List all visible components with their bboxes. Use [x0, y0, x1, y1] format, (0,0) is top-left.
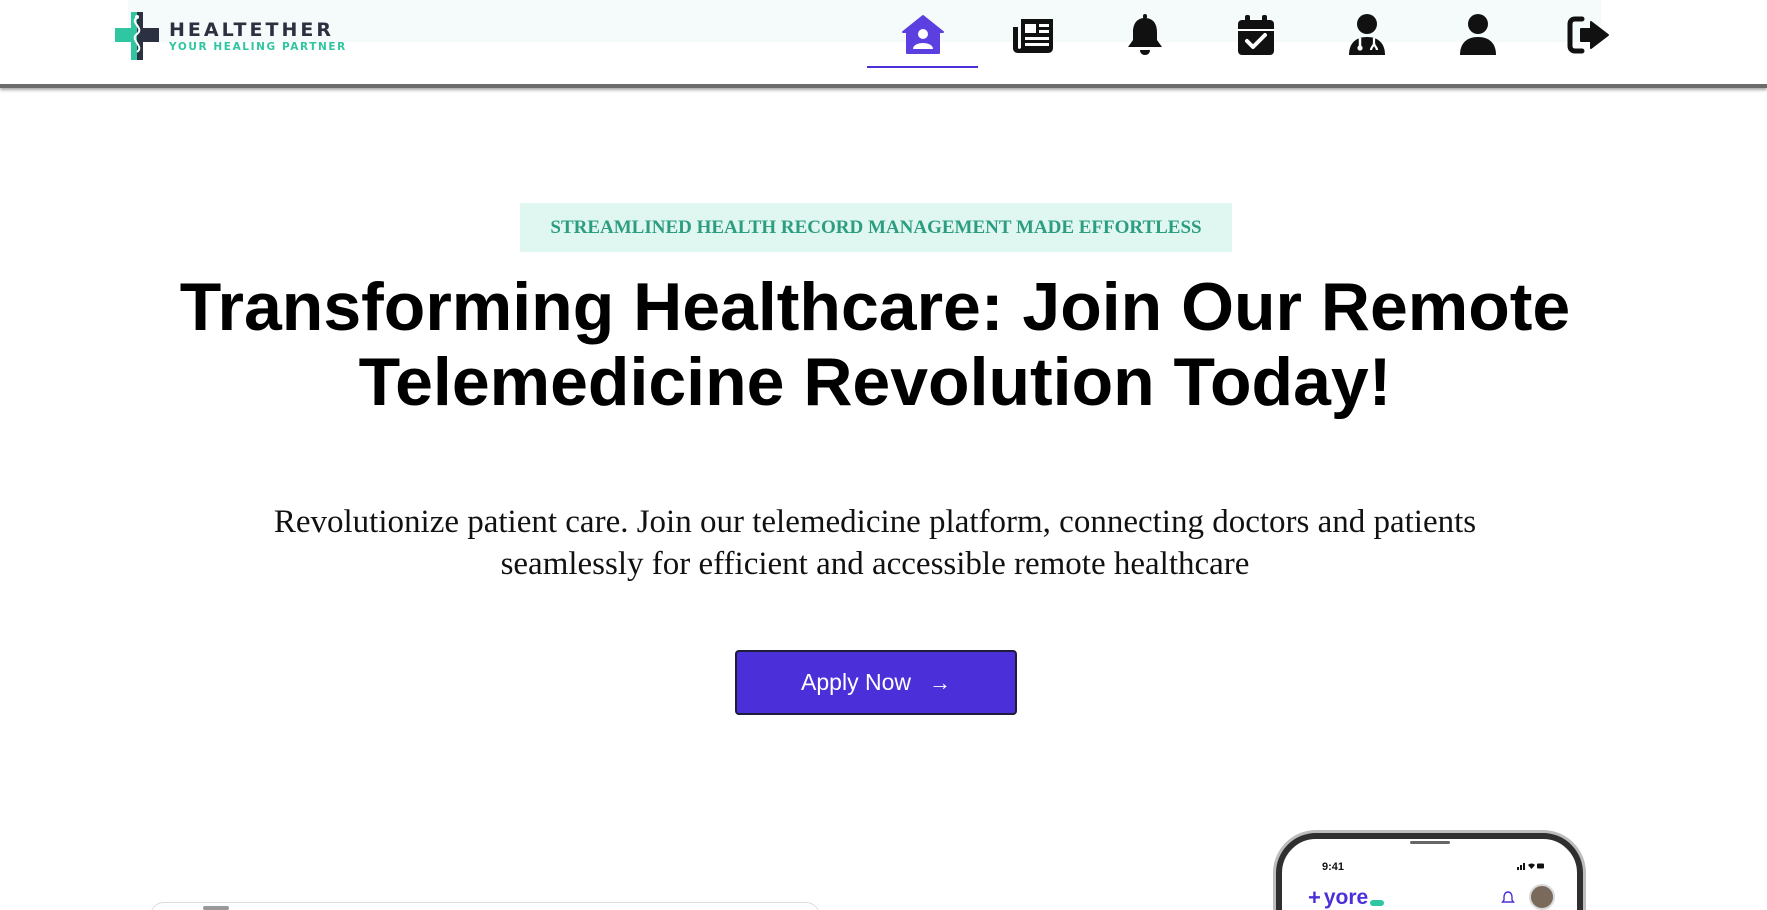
nav-notifications[interactable] — [1089, 0, 1200, 70]
phone-status-icons — [1517, 863, 1544, 870]
nav-news[interactable] — [978, 0, 1089, 70]
hero-badge: STREAMLINED HEALTH RECORD MANAGEMENT MAD… — [520, 203, 1232, 252]
medical-cross-logo-icon — [115, 12, 159, 60]
doctor-icon — [1348, 14, 1385, 55]
hero-subtitle-line-2: seamlessly for efficient and accessible … — [500, 546, 1250, 582]
top-navbar: HEALTETHER YOUR HEALING PARTNER — [0, 0, 1767, 88]
newspaper-icon — [1012, 19, 1053, 53]
brand-name: HEALTETHER — [169, 19, 334, 41]
phone-user-avatar[interactable] — [1529, 884, 1555, 910]
home-icon — [901, 15, 944, 54]
hero-title-line-1: Transforming Healthcare: Join Our Remote — [179, 269, 1571, 345]
nav-profile[interactable] — [1422, 0, 1533, 70]
nav-doctors[interactable] — [1311, 0, 1422, 70]
phone-bell-icon[interactable] — [1501, 891, 1515, 905]
nav-appointments[interactable] — [1200, 0, 1311, 70]
user-icon — [1459, 14, 1496, 55]
card-tab-indicator — [203, 906, 229, 910]
plus-icon: + — [1308, 885, 1321, 910]
hero-subtitle: Revolutionize patient care. Join our tel… — [150, 501, 1600, 585]
apply-now-label: Apply Now — [801, 669, 911, 695]
apply-now-button[interactable]: Apply Now → — [735, 650, 1017, 715]
phone-notch — [1410, 841, 1450, 844]
brand-logo[interactable]: HEALTETHER YOUR HEALING PARTNER — [115, 12, 347, 60]
phone-time: 9:41 — [1322, 861, 1345, 873]
brand-tagline: YOUR HEALING PARTNER — [169, 41, 347, 53]
phone-app-badge — [1370, 900, 1385, 906]
hero-title-line-2: Telemedicine Revolution Today! — [358, 344, 1392, 420]
hero-subtitle-line-1: Revolutionize patient care. Join our tel… — [273, 504, 1477, 540]
arrow-right-icon: → — [928, 669, 951, 695]
phone-app-logo: + yore — [1308, 885, 1385, 910]
nav-home[interactable] — [867, 0, 978, 70]
main-nav — [867, 0, 1644, 70]
hero-title: Transforming Healthcare: Join Our Remote… — [100, 270, 1650, 420]
nav-logout[interactable] — [1533, 0, 1644, 70]
logout-icon — [1567, 16, 1609, 54]
phone-mockup: 9:41 + yore — [1276, 833, 1583, 910]
phone-app-name: yore — [1323, 886, 1369, 909]
bell-icon — [1127, 14, 1162, 55]
calendar-check-icon — [1237, 15, 1274, 55]
dashboard-preview-card — [150, 902, 820, 910]
